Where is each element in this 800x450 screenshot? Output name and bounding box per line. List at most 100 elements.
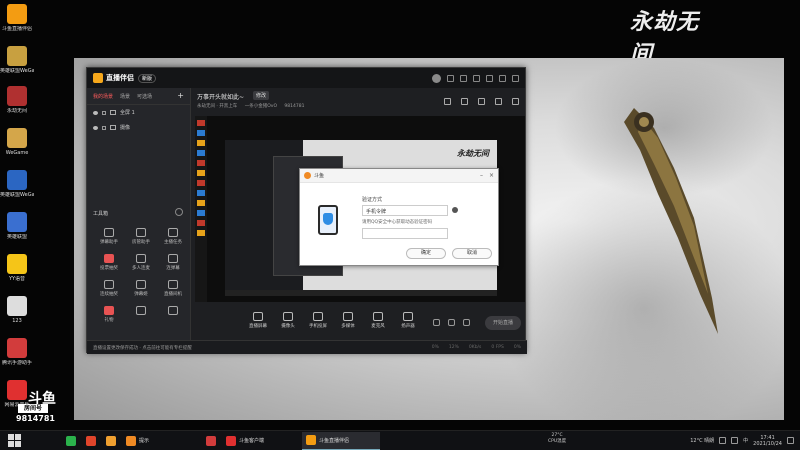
- toolbox-item[interactable]: 连弹幕: [157, 254, 189, 271]
- app-icon: [7, 128, 27, 148]
- stream-stats: 0% 12% 0Kb/s 0 FPS 0%: [432, 345, 527, 350]
- desktop-icon[interactable]: 123: [0, 296, 34, 324]
- tool-icon: [104, 254, 114, 263]
- record-icon[interactable]: [448, 319, 455, 326]
- desktop-icon[interactable]: 永劫无间: [0, 86, 34, 114]
- version-badge[interactable]: 新版: [138, 73, 157, 83]
- app-icon: [197, 220, 205, 226]
- close-icon[interactable]: [512, 74, 519, 82]
- toolbox-more-icon[interactable]: [175, 208, 183, 216]
- toolbox-item[interactable]: 礼物: [93, 306, 125, 323]
- tab-my-scenes[interactable]: 我的场景: [93, 93, 113, 100]
- header-icons: [444, 98, 519, 105]
- edit-room-button[interactable]: 修改: [253, 91, 270, 100]
- visibility-icon[interactable]: [93, 125, 98, 130]
- taskbar-app[interactable]: 斗鱼客户端: [222, 432, 300, 450]
- volume-icon[interactable]: [731, 437, 739, 444]
- toolbox-item[interactable]: 投票抽奖: [93, 254, 125, 271]
- desktop-icon[interactable]: 斗鱼直播伴侣: [0, 4, 34, 32]
- minimize-icon[interactable]: [486, 74, 493, 82]
- toolbox-item[interactable]: 连续抽奖: [93, 280, 125, 297]
- maximize-icon[interactable]: [499, 74, 506, 82]
- desktop-icon-label: YY语音: [8, 276, 26, 282]
- desktop-icon[interactable]: 英雄联盟: [0, 212, 34, 240]
- taskbar-app[interactable]: [202, 432, 220, 450]
- gift-icon[interactable]: [478, 98, 485, 105]
- ime-indicator[interactable]: 中: [743, 437, 748, 444]
- verify-method-select[interactable]: 手机令牌: [362, 205, 448, 216]
- notification-icon[interactable]: [787, 437, 794, 444]
- source-control[interactable]: 扬声器: [397, 312, 419, 338]
- clock[interactable]: 17:41 2021/10/24: [753, 435, 782, 447]
- share-icon[interactable]: [512, 98, 519, 105]
- notice-text[interactable]: 直播设置更改保存成功 · 点击前往可能有专栏提醒: [93, 345, 192, 351]
- network-icon[interactable]: [719, 437, 727, 444]
- taskbar-app[interactable]: 斗鱼直播伴侣: [302, 431, 380, 450]
- clock-date: 2021/10/24: [753, 440, 782, 447]
- add-scene-button[interactable]: +: [177, 92, 184, 100]
- toolbox-item[interactable]: 弹幕姬: [125, 280, 157, 297]
- toolbox-item-label: 多人连麦: [132, 266, 150, 271]
- toolbox-item-label: 弹幕助手: [100, 240, 118, 245]
- app-icon: [197, 140, 205, 146]
- start-tile: [14, 441, 21, 447]
- tab-scenes[interactable]: 场景: [120, 93, 130, 100]
- app-icon: [197, 170, 205, 176]
- lock-icon[interactable]: [102, 110, 106, 115]
- source-control[interactable]: 麦克风: [367, 312, 389, 338]
- taskbar-app[interactable]: [102, 432, 120, 450]
- start-live-button[interactable]: 开始直播: [485, 316, 521, 330]
- desktop-icon-label: 腾讯手游助手: [1, 360, 32, 366]
- app-icon: [197, 150, 205, 156]
- verify-code-input[interactable]: [362, 228, 448, 239]
- monitor-icon: [253, 312, 263, 321]
- taskbar-app-label: 斗鱼直播伴侣: [319, 437, 350, 444]
- visibility-icon[interactable]: [93, 110, 98, 115]
- user-avatar[interactable]: [432, 73, 441, 83]
- minimize-icon[interactable]: –: [480, 172, 483, 179]
- toolbox-item[interactable]: [157, 306, 189, 323]
- toolbox-item[interactable]: 房管助手: [125, 228, 157, 245]
- toolbox-item[interactable]: 弹幕助手: [93, 228, 125, 245]
- help-icon[interactable]: [452, 207, 458, 213]
- taskbar-app[interactable]: [82, 432, 100, 450]
- toolbox-item[interactable]: 主播任务: [157, 228, 189, 245]
- bell-icon[interactable]: [495, 98, 502, 105]
- toolbox-item[interactable]: 多人连麦: [125, 254, 157, 271]
- source-control[interactable]: 直播屏幕: [247, 312, 269, 338]
- weather-text[interactable]: 12°C 晴朗: [690, 437, 714, 444]
- desktop-icon[interactable]: YY语音: [0, 254, 34, 282]
- video-icon[interactable]: [433, 319, 440, 326]
- desktop-icon[interactable]: 腾讯手游助手: [0, 338, 34, 366]
- settings-icon[interactable]: [460, 74, 467, 82]
- source-control[interactable]: 多媒体: [337, 312, 359, 338]
- lock-icon[interactable]: [461, 98, 468, 105]
- toolbox-item[interactable]: 直播间机: [157, 280, 189, 297]
- taskbar-app[interactable]: [62, 432, 80, 450]
- toolbox-item[interactable]: [125, 306, 157, 323]
- source-item-camera[interactable]: 摄像: [87, 120, 190, 135]
- source-control-label: 麦克风: [371, 324, 385, 329]
- desktop-icon[interactable]: WeGame: [0, 128, 34, 156]
- room-category[interactable]: 永劫无间 · 开黑上车: [197, 104, 237, 109]
- menu-icon[interactable]: [473, 74, 480, 82]
- taskbar-app[interactable]: 提示: [122, 432, 200, 450]
- app-icon: [306, 435, 316, 445]
- source-item-fullscreen[interactable]: 全屏 1: [87, 105, 190, 120]
- source-control[interactable]: 手机投屏: [307, 312, 329, 338]
- layout-icon[interactable]: [444, 98, 451, 105]
- tab-optional-scenes[interactable]: 可选场: [137, 93, 152, 100]
- cancel-button[interactable]: 取消: [452, 248, 492, 259]
- desktop-icon[interactable]: 英雄联盟WeGame版: [0, 170, 34, 198]
- close-icon[interactable]: ×: [489, 172, 494, 179]
- source-control[interactable]: 摄像头: [277, 312, 299, 338]
- tool-icon: [168, 254, 178, 263]
- confirm-button[interactable]: 确定: [406, 248, 446, 259]
- skin-icon[interactable]: [447, 74, 454, 82]
- windows-start-icon[interactable]: [6, 433, 22, 449]
- lock-icon[interactable]: [102, 125, 106, 130]
- gear-icon[interactable]: [463, 319, 470, 326]
- app-icon: [106, 435, 116, 446]
- game-logo: 永劫无间: [630, 9, 700, 67]
- desktop-icon[interactable]: 英雄联盟WeGame版: [0, 46, 34, 74]
